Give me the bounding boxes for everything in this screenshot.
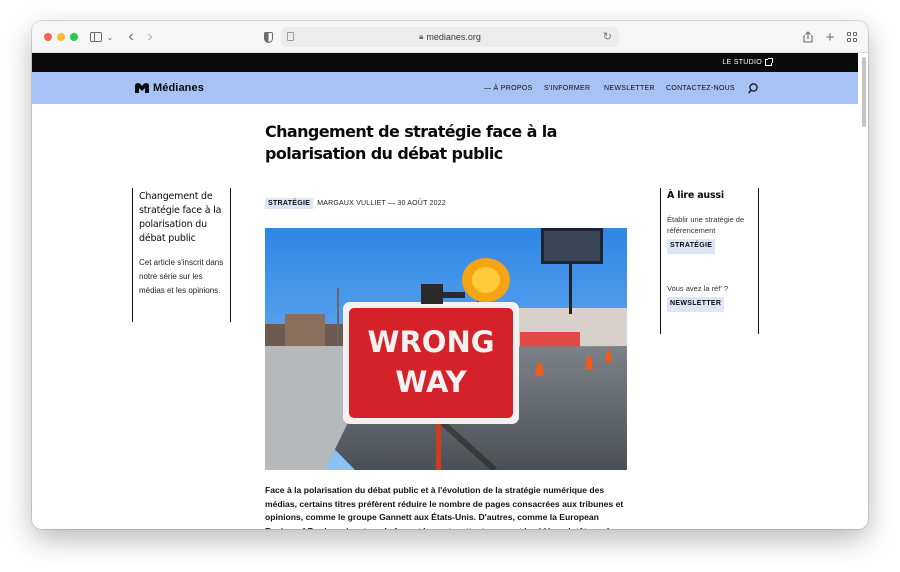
logo-mark-icon bbox=[135, 83, 149, 93]
related-aside: À lire aussi Établir une stratégie de ré… bbox=[660, 188, 759, 334]
byline: MARGAUX VULLIET — 30 AOÛT 2022 bbox=[317, 200, 446, 207]
url-text: medianes.org bbox=[426, 32, 481, 42]
article-lede: Face à la polarisation du débat public e… bbox=[265, 485, 624, 529]
address-bar[interactable]: 🔒︎ medianes.org ↻ bbox=[281, 27, 619, 47]
related-item-title[interactable]: Établir une stratégie de référencement bbox=[667, 215, 752, 236]
scrollbar[interactable] bbox=[862, 57, 866, 127]
browser-toolbar: ⌄ ‹ › 🔒︎ medianes.org ↻ + bbox=[32, 21, 868, 53]
sign-text-way: WAY bbox=[395, 365, 467, 399]
chevron-down-icon[interactable]: ⌄ bbox=[106, 29, 114, 45]
le-studio-link[interactable]: LE STUDIO bbox=[722, 58, 773, 66]
sign-text-wrong: WRONG bbox=[367, 325, 494, 359]
nav-a-propos[interactable]: — À PROPOS bbox=[484, 85, 533, 92]
zoom-window-button[interactable] bbox=[70, 33, 78, 41]
privacy-shield-icon[interactable] bbox=[262, 29, 274, 45]
page-icon bbox=[287, 32, 294, 41]
series-title[interactable]: Changement de stratégie face à la polari… bbox=[139, 190, 224, 246]
related-item[interactable]: Établir une stratégie de référencement S… bbox=[667, 215, 752, 254]
related-item-tag[interactable]: NEWSLETTER bbox=[667, 297, 725, 312]
top-bar: LE STUDIO bbox=[32, 53, 858, 72]
site-header: Médianes — À PROPOS S'INFORMER NEWSLETTE… bbox=[32, 72, 858, 104]
nav-s-informer[interactable]: S'INFORMER bbox=[544, 85, 590, 92]
page-viewport: LE STUDIO Médianes — À PROPOS S'INFORMER… bbox=[32, 53, 868, 529]
sidebar-toggle-icon[interactable] bbox=[89, 29, 103, 45]
series-aside: Changement de stratégie face à la polari… bbox=[132, 188, 231, 322]
nav-contactez-nous[interactable]: CONTACTEZ-NOUS bbox=[666, 85, 735, 92]
article-title: Changement de stratégie face à la polari… bbox=[265, 122, 557, 163]
le-studio-label: LE STUDIO bbox=[722, 59, 762, 66]
related-item[interactable]: Vous avez la réf' ? NEWSLETTER bbox=[667, 284, 752, 312]
close-window-button[interactable] bbox=[44, 33, 52, 41]
external-link-icon bbox=[765, 58, 773, 66]
share-icon[interactable] bbox=[802, 29, 814, 45]
category-tag[interactable]: STRATÉGIE bbox=[265, 198, 314, 209]
tab-overview-icon[interactable] bbox=[846, 29, 858, 45]
related-item-title[interactable]: Vous avez la réf' ? bbox=[667, 284, 752, 295]
related-item-tag[interactable]: STRATÉGIE bbox=[667, 239, 716, 254]
search-icon[interactable] bbox=[748, 83, 758, 94]
reload-icon[interactable]: ↻ bbox=[603, 30, 612, 43]
hero-image: WRONG WAY bbox=[265, 228, 627, 470]
browser-window: ⌄ ‹ › 🔒︎ medianes.org ↻ + LE STUDIO Médi… bbox=[32, 21, 868, 529]
minimize-window-button[interactable] bbox=[57, 33, 65, 41]
lock-icon: 🔒︎ bbox=[419, 32, 424, 41]
site-logo[interactable]: Médianes bbox=[135, 82, 204, 94]
back-button[interactable]: ‹ bbox=[125, 28, 137, 45]
article-meta: STRATÉGIE MARGAUX VULLIET — 30 AOÛT 2022 bbox=[265, 198, 446, 209]
new-tab-button[interactable]: + bbox=[824, 29, 836, 46]
series-description: Cet article s'inscrit dans notre série s… bbox=[139, 258, 224, 295]
related-heading: À lire aussi bbox=[667, 190, 724, 201]
forward-button[interactable]: › bbox=[144, 28, 156, 45]
nav-newsletter[interactable]: NEWSLETTER bbox=[604, 85, 655, 92]
logo-text: Médianes bbox=[153, 82, 204, 94]
